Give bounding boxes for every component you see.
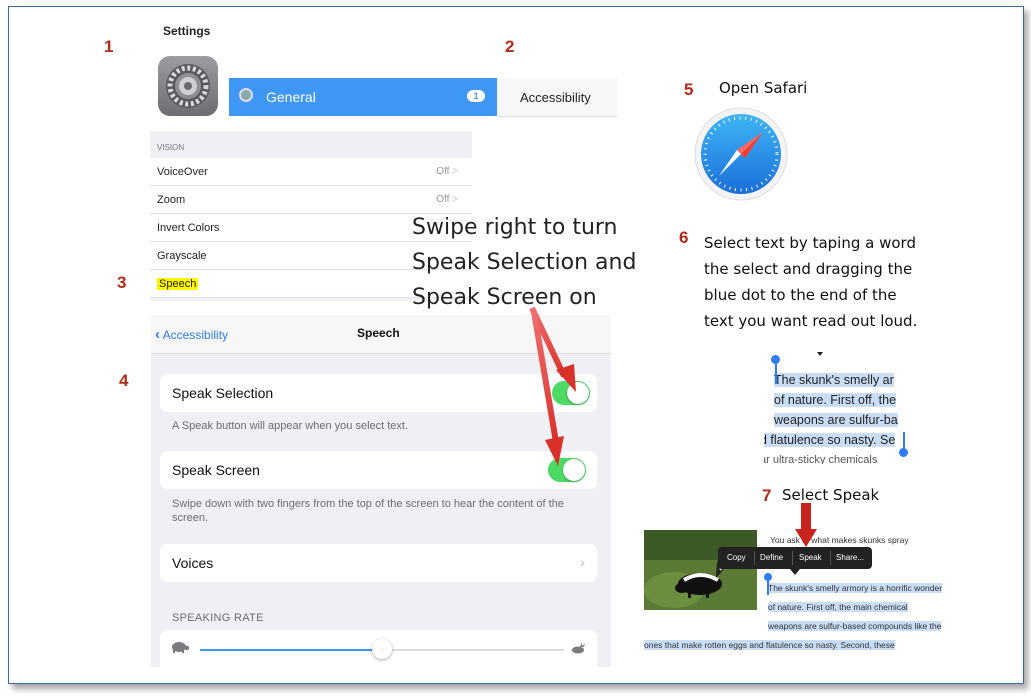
select-text-note-line: blue dot to the end of the — [704, 286, 897, 304]
selected-line: of nature. First off, the main chemical — [768, 602, 908, 612]
article-selected-text: The skunk's smelly armory is a horrific … — [644, 579, 950, 655]
speaking-rate-row — [160, 630, 597, 667]
step-number-1: 1 — [104, 37, 114, 56]
step-number-4: 4 — [119, 371, 129, 390]
selected-line: ones that make rotten eggs and flatulenc… — [644, 640, 895, 650]
accessibility-title: Accessibility — [520, 90, 591, 105]
general-gear-icon — [239, 88, 253, 102]
select-text-note: Select text by taping a word the select … — [704, 230, 984, 334]
swipe-instruction-line: Swipe right to turn — [412, 215, 618, 240]
zoom-value: Off > — [436, 194, 458, 205]
back-button[interactable]: ‹ Accessibility — [155, 326, 228, 343]
turtle-icon — [172, 642, 190, 653]
settings-title: Settings — [163, 24, 211, 38]
settings-app-icon[interactable] — [158, 56, 218, 116]
speech-label: Speech — [157, 278, 199, 290]
speech-highlight: Speech — [157, 278, 199, 290]
chevron-left-icon: ‹ — [155, 326, 160, 343]
select-speak-note: Select Speak — [782, 486, 880, 504]
selected-line: d flatulence so nasty. Se — [764, 433, 896, 447]
unselected-line: ar ultra-sticky chemicals — [764, 454, 878, 464]
select-text-note-line: Select text by taping a word — [704, 234, 916, 252]
step-number-5: 5 — [684, 80, 694, 99]
red-arrows — [529, 306, 576, 466]
selected-line: weapons are sulfur-based compounds like … — [768, 621, 942, 631]
selected-line: The skunk's smelly ar — [774, 373, 894, 387]
step-number-2: 2 — [505, 37, 515, 56]
define-menu-item[interactable]: Define — [760, 553, 783, 562]
popup-pointer — [790, 569, 800, 575]
red-down-arrow — [795, 503, 817, 547]
selected-line: weapons are sulfur-ba — [774, 413, 898, 427]
rate-slider-fill — [200, 649, 382, 651]
safari-icon[interactable] — [693, 106, 789, 202]
back-label: Accessibility — [162, 328, 229, 342]
general-label: General — [266, 89, 316, 105]
selected-line: of nature. First off, the — [774, 393, 897, 407]
speak-selection-description: A Speak button will appear when you sele… — [172, 420, 409, 432]
voiceover-label: VoiceOver — [157, 166, 208, 178]
rate-slider-thumb[interactable] — [372, 639, 392, 659]
menu-divider — [792, 551, 793, 565]
voices-row[interactable]: Voices › — [160, 544, 597, 582]
voices-label: Voices — [172, 555, 214, 571]
grayscale-label: Grayscale — [157, 250, 207, 262]
selection-example-text: The skunk's smelly ar of nature. First o… — [764, 370, 910, 464]
voiceover-value: Off > — [436, 166, 458, 177]
voiceover-row[interactable]: VoiceOver Off > — [150, 158, 472, 186]
zoom-label: Zoom — [157, 194, 186, 206]
update-badge: 1 — [467, 90, 485, 102]
step-number-3: 3 — [117, 273, 127, 292]
speak-screen-label: Speak Screen — [172, 462, 260, 478]
hare-icon — [572, 642, 585, 654]
chevron-right-icon: > — [452, 166, 458, 177]
gear-icon — [166, 64, 210, 108]
selection-handle-dot[interactable] — [771, 355, 780, 364]
selected-line: The skunk's smelly armory is a horrific … — [768, 583, 943, 593]
speak-selection-label: Speak Selection — [172, 385, 274, 401]
selection-handle-dot[interactable] — [764, 573, 772, 581]
edit-menu-popup: Copy Define Speak Share... — [718, 547, 872, 575]
chevron-right-icon: › — [580, 554, 585, 570]
speak-menu-item[interactable]: Speak — [799, 553, 822, 562]
select-text-note-line: the select and dragging the — [704, 260, 913, 278]
speak-screen-description: Swipe down with two fingers from the top… — [172, 498, 564, 524]
invert-colors-label: Invert Colors — [157, 222, 220, 234]
copy-menu-item[interactable]: Copy — [727, 553, 746, 562]
caret-marker — [817, 352, 823, 356]
vision-section-header: VISION — [157, 143, 185, 152]
selection-end-dot[interactable] — [899, 448, 908, 457]
swipe-instruction-line: Speak Selection and — [412, 250, 637, 275]
open-safari-note: Open Safari — [719, 79, 808, 97]
step-number-6: 6 — [679, 228, 689, 247]
select-text-note-line: text you want read out loud. — [704, 312, 918, 330]
speaking-rate-header: SPEAKING RATE — [172, 612, 264, 624]
selection-example: The skunk's smelly ar of nature. First o… — [764, 364, 910, 464]
menu-divider — [754, 551, 755, 565]
menu-divider — [830, 551, 831, 565]
share-menu-item[interactable]: Share... — [836, 553, 864, 562]
step-number-7: 7 — [762, 486, 772, 505]
chevron-right-icon: > — [452, 194, 458, 205]
speech-title: Speech — [357, 326, 400, 340]
